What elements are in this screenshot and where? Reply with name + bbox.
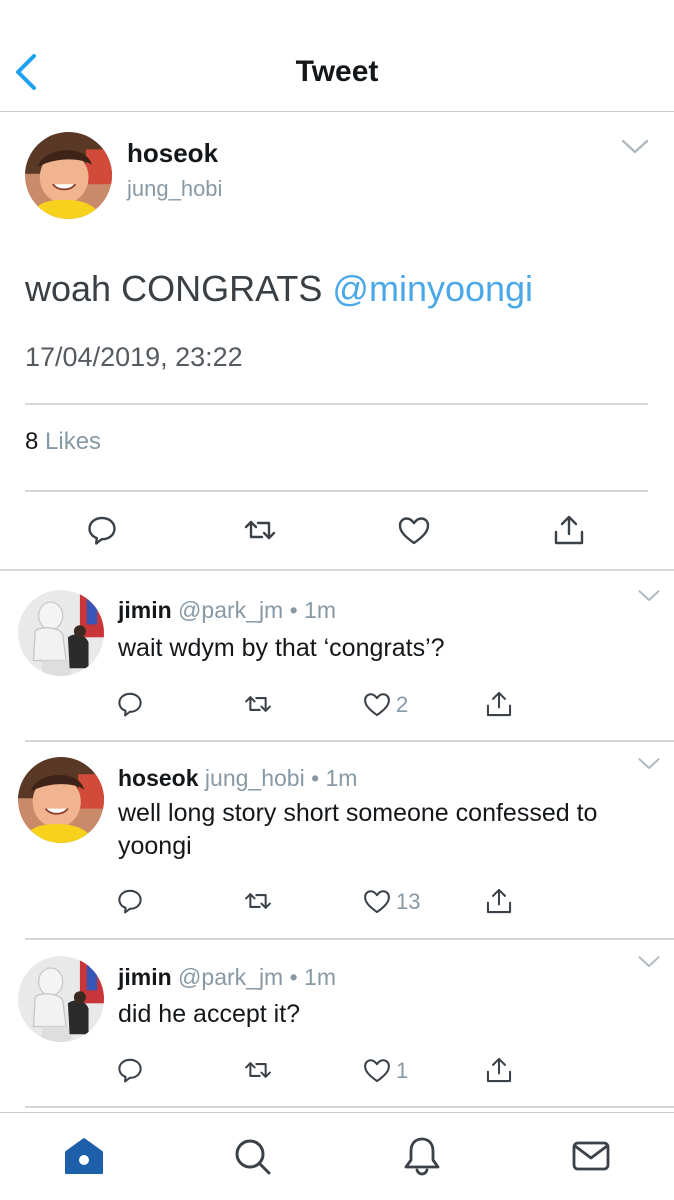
like-icon[interactable] <box>360 884 394 918</box>
chevron-down-icon[interactable] <box>636 756 662 772</box>
reply-icon[interactable] <box>113 687 147 721</box>
likes-label: Likes <box>38 428 102 455</box>
reply-icon[interactable] <box>82 510 122 550</box>
tweet-text-body: woah CONGRATS <box>25 268 333 309</box>
share-icon[interactable] <box>482 884 516 918</box>
reply-icon[interactable] <box>113 884 147 918</box>
reply-meta: @park_jm • 1m <box>171 597 336 623</box>
author-name[interactable]: hoseok <box>127 138 218 169</box>
reply-header: jimin @park_jm • 1m <box>118 964 336 991</box>
reply-header: hoseok jung_hobi • 1m <box>118 765 357 792</box>
reply-header: jimin @park_jm • 1m <box>118 597 336 624</box>
reply-author-name[interactable]: jimin <box>118 597 172 623</box>
page-title: Tweet <box>295 55 379 88</box>
retweet-icon[interactable] <box>241 884 275 918</box>
reply-text: well long story short someone confessed … <box>118 799 598 860</box>
avatar[interactable] <box>18 956 104 1042</box>
reply-author-name[interactable]: hoseok <box>118 765 199 791</box>
author-handle[interactable]: jung_hobi <box>127 176 222 202</box>
like-icon[interactable] <box>394 510 434 550</box>
likes-summary[interactable]: 8 Likes <box>25 428 101 456</box>
reply-text: wait wdym by that ‘congrats’? <box>118 634 445 662</box>
divider <box>25 1106 674 1108</box>
divider <box>25 740 674 742</box>
home-icon[interactable] <box>62 1134 106 1178</box>
messages-icon[interactable] <box>569 1134 613 1178</box>
reply-author-name[interactable]: jimin <box>118 964 172 990</box>
avatar[interactable] <box>18 590 104 676</box>
reply-meta: @park_jm • 1m <box>171 964 336 990</box>
avatar[interactable] <box>18 757 104 843</box>
share-icon[interactable] <box>549 510 589 550</box>
like-icon[interactable] <box>360 687 394 721</box>
chevron-down-icon[interactable] <box>636 588 662 604</box>
reply-text: did he accept it? <box>118 1000 301 1028</box>
divider <box>25 490 648 492</box>
like-icon[interactable] <box>360 1053 394 1087</box>
divider <box>25 938 674 940</box>
divider <box>0 569 674 571</box>
retweet-icon[interactable] <box>240 510 280 550</box>
retweet-icon[interactable] <box>241 687 275 721</box>
mention-link[interactable]: @minyoongi <box>332 268 533 309</box>
notifications-icon[interactable] <box>400 1134 444 1178</box>
divider <box>25 403 648 405</box>
tweet-text: woah CONGRATS @minyoongi <box>25 268 533 310</box>
top-navigation-bar: Tweet <box>0 0 674 112</box>
chevron-down-icon[interactable] <box>636 954 662 970</box>
reply-meta: jung_hobi • 1m <box>198 765 358 791</box>
avatar[interactable] <box>25 132 112 219</box>
search-icon[interactable] <box>230 1134 274 1178</box>
likes-count: 8 <box>25 428 39 455</box>
chevron-down-icon[interactable] <box>620 136 650 158</box>
like-count: 13 <box>396 889 421 914</box>
reply-icon[interactable] <box>113 1053 147 1087</box>
like-count: 1 <box>396 1058 409 1083</box>
share-icon[interactable] <box>482 1053 516 1087</box>
like-count: 2 <box>396 692 409 717</box>
share-icon[interactable] <box>482 687 516 721</box>
tweet-timestamp: 17/04/2019, 23:22 <box>25 342 243 372</box>
retweet-icon[interactable] <box>241 1053 275 1087</box>
